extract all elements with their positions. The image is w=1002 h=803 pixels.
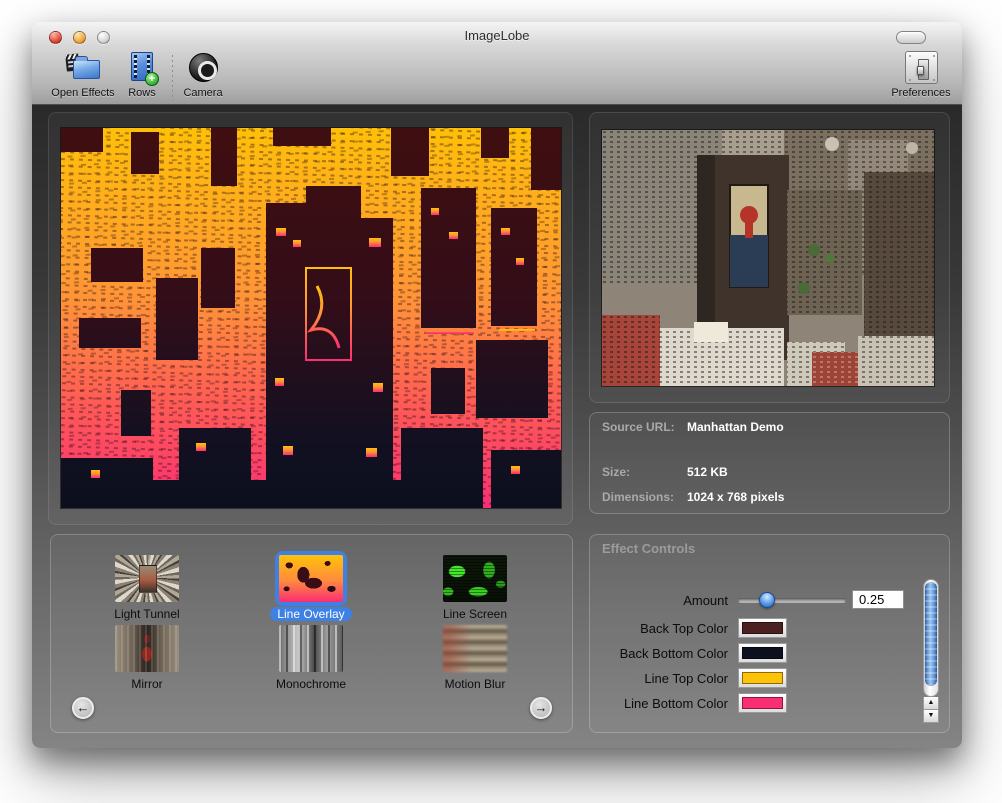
dimensions-value: 1024 x 768 pixels [687, 490, 784, 504]
amount-value-field[interactable] [852, 590, 904, 609]
line-top-color-swatch [742, 672, 783, 684]
toolbar-pill-button[interactable] [896, 31, 926, 44]
source-info-panel: Source URL: Manhattan Demo Size: 512 KB … [589, 412, 950, 514]
window-header: ImageLobe Open Effects + Rows [32, 22, 962, 105]
source-url-label: Source URL: [602, 420, 675, 434]
back-top-color-well[interactable] [738, 618, 787, 638]
controls-scrollbar[interactable]: ▲ ▼ [923, 579, 939, 723]
scrollbar-thumb[interactable] [925, 582, 937, 686]
line-overlay-thumbnail [279, 555, 343, 602]
window-title: ImageLobe [32, 28, 962, 43]
imagelobe-window: ImageLobe Open Effects + Rows [32, 22, 962, 748]
camera-label: Camera [183, 87, 222, 99]
close-button[interactable] [49, 31, 62, 44]
amount-label: Amount [590, 593, 728, 608]
source-url-value: Manhattan Demo [687, 420, 784, 434]
scroll-down-button[interactable]: ▼ [923, 710, 939, 723]
effect-item-motion-blur[interactable]: Motion Blur [400, 621, 550, 691]
back-top-color-swatch [742, 622, 783, 634]
effect-controls-title: Effect Controls [602, 541, 695, 556]
scroll-up-button[interactable]: ▲ [923, 697, 939, 710]
open-effects-icon [65, 51, 101, 85]
down-arrow-icon: ▼ [928, 712, 935, 719]
effect-item-line-screen[interactable]: Line Screen [400, 551, 550, 621]
effects-next-button[interactable]: → [530, 697, 552, 719]
preferences-button[interactable]: Preferences [878, 51, 964, 99]
line-bottom-color-well[interactable] [738, 693, 787, 713]
dimensions-label: Dimensions: [602, 490, 674, 504]
source-image [602, 130, 934, 386]
motion-blur-label: Motion Blur [438, 677, 513, 691]
line-screen-label: Line Screen [436, 607, 514, 621]
camera-icon [185, 51, 221, 85]
info-row-dimensions: Dimensions: 1024 x 768 pixels [590, 490, 949, 506]
size-label: Size: [602, 465, 630, 479]
slider-thumb[interactable] [759, 592, 775, 608]
back-top-color-label: Back Top Color [590, 621, 728, 636]
mirror-thumbnail [115, 625, 179, 672]
traffic-lights [49, 31, 110, 44]
line-top-color-well[interactable] [738, 668, 787, 688]
up-arrow-icon: ▲ [928, 699, 935, 706]
back-bottom-color-swatch [742, 647, 783, 659]
monochrome-thumbnail [279, 625, 343, 672]
effect-item-line-overlay[interactable]: Line Overlay [236, 551, 386, 621]
camera-button[interactable]: Camera [160, 51, 246, 99]
line-overlay-label: Line Overlay [270, 607, 351, 621]
info-row-size: Size: 512 KB [590, 465, 949, 481]
monochrome-label: Monochrome [269, 677, 353, 691]
effect-item-monochrome[interactable]: Monochrome [236, 621, 386, 691]
filmstrip-add-icon: + [124, 51, 160, 85]
effects-prev-button[interactable]: ← [72, 697, 94, 719]
effect-preview-image [61, 128, 561, 508]
effect-controls-panel: Effect Controls Amount Back Top Color Ba… [589, 534, 950, 733]
window-content: Source URL: Manhattan Demo Size: 512 KB … [32, 105, 962, 748]
slider-track [738, 598, 846, 603]
left-arrow-icon: ← [77, 700, 90, 715]
light-tunnel-thumbnail [115, 555, 179, 602]
mirror-label: Mirror [124, 677, 169, 691]
info-row-source-url: Source URL: Manhattan Demo [590, 420, 949, 436]
effects-browser-panel: Light Tunnel Line Overlay Line Screen Mi… [50, 534, 573, 733]
preferences-label: Preferences [891, 87, 950, 99]
back-bottom-color-label: Back Bottom Color [590, 646, 728, 661]
size-value: 512 KB [687, 465, 728, 479]
zoom-button[interactable] [97, 31, 110, 44]
effect-preview-panel [48, 112, 573, 525]
minimize-button[interactable] [73, 31, 86, 44]
line-screen-thumbnail [443, 555, 507, 602]
scrollbar-track[interactable] [923, 579, 939, 697]
line-top-color-label: Line Top Color [590, 671, 728, 686]
rows-label: Rows [128, 87, 156, 99]
effect-item-light-tunnel[interactable]: Light Tunnel [72, 551, 222, 621]
light-switch-icon [903, 51, 939, 85]
light-tunnel-label: Light Tunnel [107, 607, 186, 621]
effect-item-mirror[interactable]: Mirror [72, 621, 222, 691]
line-bottom-color-label: Line Bottom Color [590, 696, 728, 711]
right-arrow-icon: → [535, 700, 548, 715]
motion-blur-thumbnail [443, 625, 507, 672]
source-image-panel [589, 112, 950, 403]
desktop: ImageLobe Open Effects + Rows [0, 0, 1002, 803]
back-bottom-color-well[interactable] [738, 643, 787, 663]
line-bottom-color-swatch [742, 697, 783, 709]
amount-slider[interactable] [738, 592, 846, 608]
